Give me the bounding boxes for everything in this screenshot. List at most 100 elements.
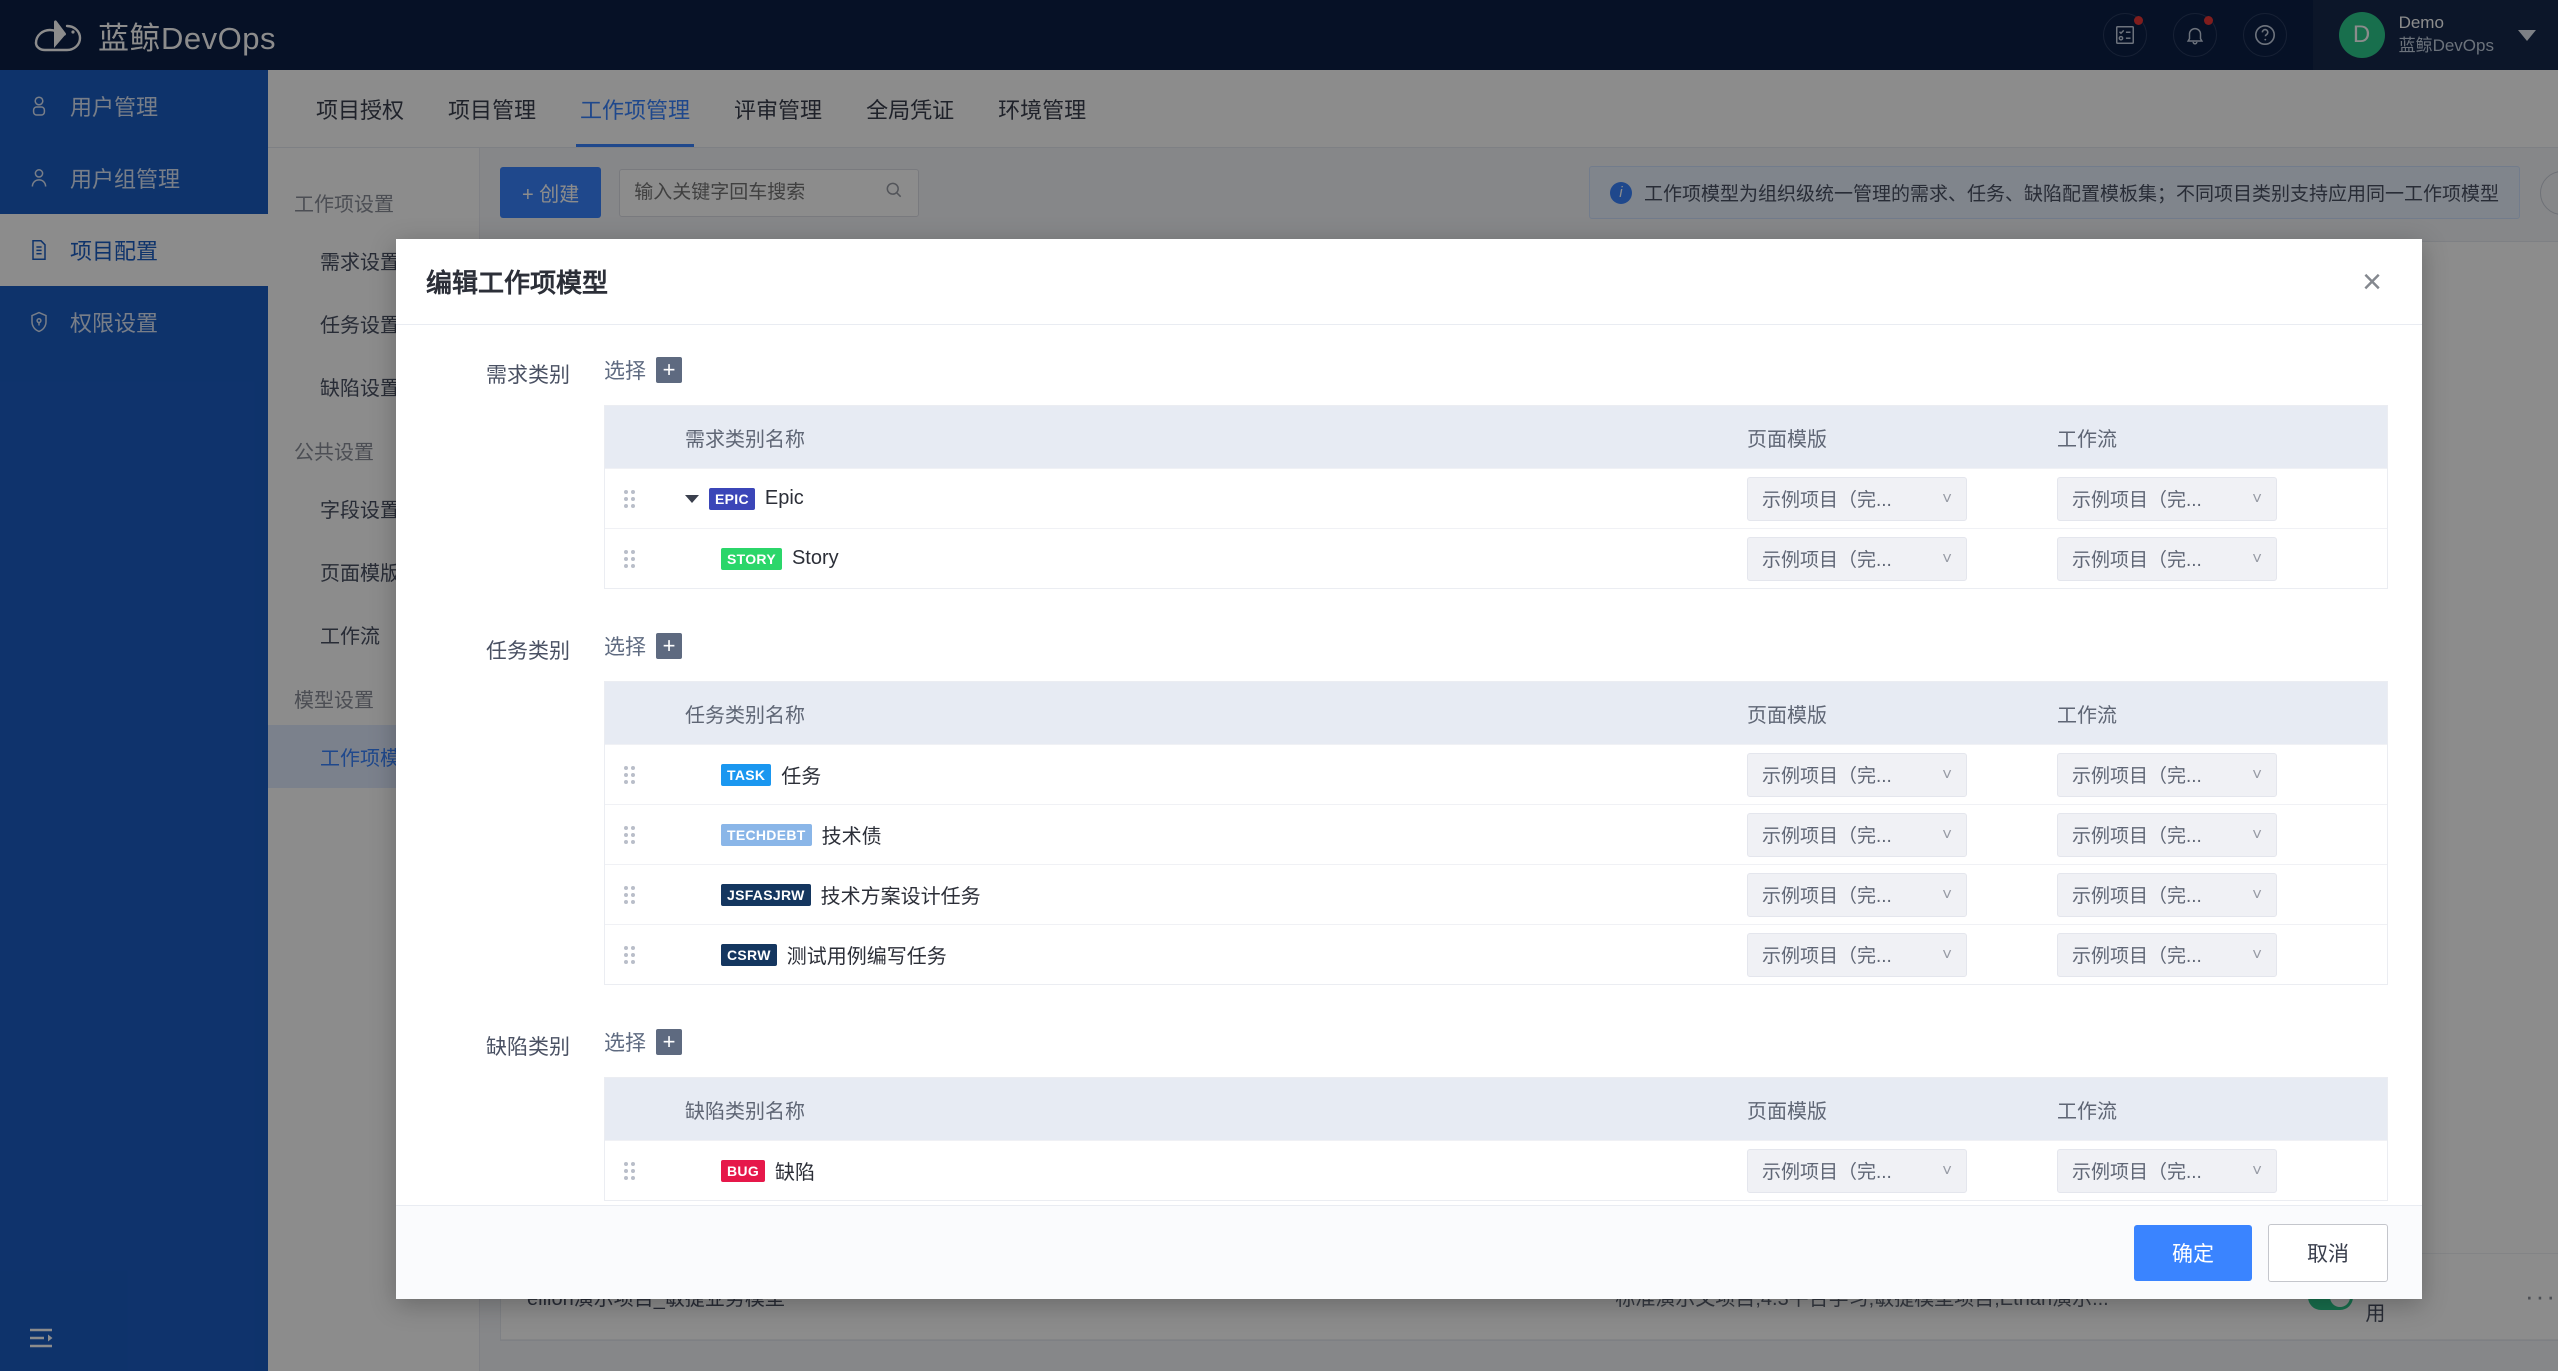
type-badge: EPIC: [709, 487, 755, 510]
drag-handle-icon[interactable]: [605, 549, 653, 568]
table-header: 需求类别名称 页面模版 工作流: [605, 406, 2387, 468]
row-name-cell: TECHDEBT 技术债: [653, 820, 1747, 849]
workflow-select[interactable]: 示例项目（完... ˅: [2057, 536, 2277, 581]
select-value: 示例项目（完...: [2072, 490, 2202, 511]
select-value: 示例项目（完...: [2072, 946, 2202, 967]
workflow-cell: 示例项目（完... ˅: [2057, 476, 2387, 521]
chevron-down-icon: ˅: [1942, 488, 1952, 508]
section-header: 缺陷类别 选择 +: [430, 1027, 2388, 1061]
header-workflow: 工作流: [2057, 428, 2117, 451]
dialog-footer: 确定 取消: [396, 1205, 2422, 1299]
dialog-title: 编辑工作项模型: [426, 268, 609, 298]
table-row[interactable]: TASK 任务 示例项目（完... ˅ 示例项目（完... ˅: [605, 744, 2387, 804]
application-root: 蓝鲸DevOps D Demo 蓝鲸DevOps 用户管理 用户组管理 项目配置…: [0, 0, 2558, 1371]
workflow-select[interactable]: 示例项目（完... ˅: [2057, 932, 2277, 977]
section-requirement-category: 需求类别 选择 + 需求类别名称 页面模版 工作流 EPIC Epic 示例项目…: [430, 355, 2388, 589]
select-value: 示例项目（完...: [1762, 886, 1892, 907]
page-template-select[interactable]: 示例项目（完... ˅: [1747, 752, 1967, 797]
drag-handle-icon[interactable]: [605, 825, 653, 844]
row-name-cell: CSRW 测试用例编写任务: [653, 940, 1747, 969]
page-template-select[interactable]: 示例项目（完... ˅: [1747, 1148, 1967, 1193]
table-row[interactable]: STORY Story 示例项目（完... ˅ 示例项目（完... ˅: [605, 528, 2387, 588]
select-value: 示例项目（完...: [2072, 766, 2202, 787]
section-defect-category: 缺陷类别 选择 + 缺陷类别名称 页面模版 工作流 BUG 缺陷 示例项目（完.…: [430, 1027, 2388, 1201]
workflow-select[interactable]: 示例项目（完... ˅: [2057, 1148, 2277, 1193]
workflow-cell: 示例项目（完... ˅: [2057, 932, 2387, 977]
row-name-cell: JSFASJRW 技术方案设计任务: [653, 880, 1747, 909]
chevron-down-icon: ˅: [2252, 548, 2262, 568]
table-header: 缺陷类别名称 页面模版 工作流: [605, 1078, 2387, 1140]
plus-icon[interactable]: +: [656, 633, 682, 659]
drag-handle-icon[interactable]: [605, 885, 653, 904]
section-task-category: 任务类别 选择 + 任务类别名称 页面模版 工作流 TASK 任务 示例项目（完…: [430, 631, 2388, 985]
header-name: 任务类别名称: [685, 704, 805, 727]
cancel-button[interactable]: 取消: [2268, 1223, 2388, 1282]
chevron-down-icon: ˅: [2252, 1160, 2262, 1180]
requirement-category-table: 需求类别名称 页面模版 工作流 EPIC Epic 示例项目（完... ˅ 示例…: [604, 405, 2388, 589]
workflow-select[interactable]: 示例项目（完... ˅: [2057, 752, 2277, 797]
page-template-cell: 示例项目（完... ˅: [1747, 476, 2057, 521]
plus-icon[interactable]: +: [656, 1029, 682, 1055]
type-badge: STORY: [721, 547, 782, 570]
plus-icon[interactable]: +: [656, 357, 682, 383]
chevron-expand-icon[interactable]: [685, 494, 699, 503]
page-template-select[interactable]: 示例项目（完... ˅: [1747, 536, 1967, 581]
table-row[interactable]: EPIC Epic 示例项目（完... ˅ 示例项目（完... ˅: [605, 468, 2387, 528]
table-row[interactable]: JSFASJRW 技术方案设计任务 示例项目（完... ˅ 示例项目（完...: [605, 864, 2387, 924]
table-row[interactable]: CSRW 测试用例编写任务 示例项目（完... ˅ 示例项目（完... ˅: [605, 924, 2387, 984]
section-header: 需求类别 选择 +: [430, 355, 2388, 389]
header-workflow: 工作流: [2057, 704, 2117, 727]
drag-handle-icon[interactable]: [605, 489, 653, 508]
page-template-select[interactable]: 示例项目（完... ˅: [1747, 476, 1967, 521]
select-value: 示例项目（完...: [1762, 826, 1892, 847]
type-badge: JSFASJRW: [721, 883, 811, 906]
chevron-down-icon: ˅: [2252, 884, 2262, 904]
type-badge: BUG: [721, 1159, 766, 1182]
confirm-button[interactable]: 确定: [2134, 1224, 2252, 1281]
header-workflow: 工作流: [2057, 1100, 2117, 1123]
section-actions: 选择 +: [570, 1027, 682, 1057]
drag-handle-icon[interactable]: [605, 945, 653, 964]
section-actions: 选择 +: [570, 355, 682, 385]
select-value: 示例项目（完...: [1762, 766, 1892, 787]
workflow-select[interactable]: 示例项目（完... ˅: [2057, 872, 2277, 917]
chevron-down-icon: ˅: [1942, 1160, 1952, 1180]
chevron-down-icon: ˅: [2252, 764, 2262, 784]
workflow-cell: 示例项目（完... ˅: [2057, 536, 2387, 581]
row-label: 缺陷: [775, 1162, 816, 1184]
workflow-select[interactable]: 示例项目（完... ˅: [2057, 812, 2277, 857]
page-template-select[interactable]: 示例项目（完... ˅: [1747, 932, 1967, 977]
page-template-cell: 示例项目（完... ˅: [1747, 752, 2057, 797]
table-row[interactable]: TECHDEBT 技术债 示例项目（完... ˅ 示例项目（完... ˅: [605, 804, 2387, 864]
type-badge: TECHDEBT: [721, 823, 812, 846]
select-link[interactable]: 选择: [604, 631, 646, 661]
close-icon[interactable]: ×: [2352, 262, 2392, 302]
edit-work-item-model-dialog: 编辑工作项模型 × 需求类别 选择 + 需求类别名称 页面模版 工作流 EPIC…: [396, 239, 2422, 1299]
page-template-cell: 示例项目（完... ˅: [1747, 536, 2057, 581]
section-label: 任务类别: [486, 640, 570, 663]
chevron-down-icon: ˅: [2252, 488, 2262, 508]
select-link[interactable]: 选择: [604, 355, 646, 385]
defect-category-table: 缺陷类别名称 页面模版 工作流 BUG 缺陷 示例项目（完... ˅ 示例项目（…: [604, 1077, 2388, 1201]
workflow-cell: 示例项目（完... ˅: [2057, 1148, 2387, 1193]
select-link[interactable]: 选择: [604, 1027, 646, 1057]
drag-handle-icon[interactable]: [605, 765, 653, 784]
page-template-select[interactable]: 示例项目（完... ˅: [1747, 872, 1967, 917]
drag-handle-icon[interactable]: [605, 1161, 653, 1180]
select-value: 示例项目（完...: [2072, 1162, 2202, 1183]
page-template-select[interactable]: 示例项目（完... ˅: [1747, 812, 1967, 857]
select-value: 示例项目（完...: [1762, 490, 1892, 511]
table-row[interactable]: BUG 缺陷 示例项目（完... ˅ 示例项目（完... ˅: [605, 1140, 2387, 1200]
workflow-select[interactable]: 示例项目（完... ˅: [2057, 476, 2277, 521]
row-name-cell: TASK 任务: [653, 760, 1747, 789]
chevron-down-icon: ˅: [1942, 824, 1952, 844]
page-template-cell: 示例项目（完... ˅: [1747, 872, 2057, 917]
page-template-cell: 示例项目（完... ˅: [1747, 932, 2057, 977]
header-page-template: 页面模版: [1747, 428, 1827, 451]
select-value: 示例项目（完...: [2072, 886, 2202, 907]
row-label: 技术债: [821, 826, 882, 848]
row-label: Story: [791, 547, 839, 569]
header-page-template: 页面模版: [1747, 704, 1827, 727]
section-label: 缺陷类别: [486, 1036, 570, 1059]
chevron-down-icon: ˅: [2252, 824, 2262, 844]
